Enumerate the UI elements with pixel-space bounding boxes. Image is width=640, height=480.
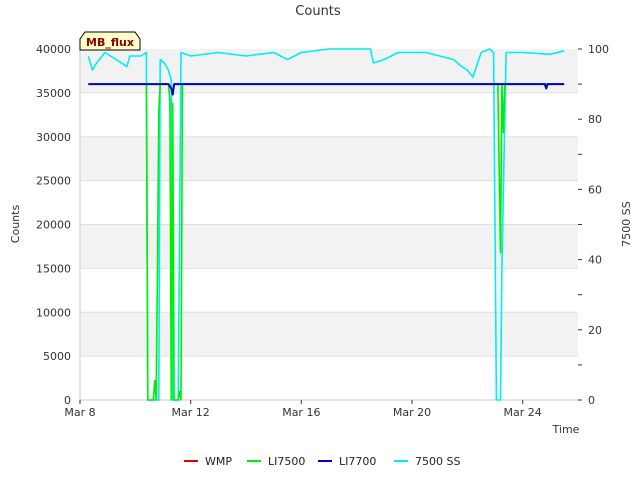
- y-tick-label: 30000: [36, 131, 71, 144]
- x-axis-ticks: Mar 8 Mar 12 Mar 16 Mar 20 Mar 24: [64, 400, 542, 419]
- legend-label: 7500 SS: [415, 455, 460, 468]
- y-tick-label: 5000: [43, 350, 71, 363]
- y2-tick-label: 20: [588, 324, 602, 337]
- x-tick-label: Mar 24: [504, 406, 542, 419]
- grid-band: [80, 49, 578, 93]
- x-tick-label: Mar 16: [282, 406, 320, 419]
- y2-tick-label: 80: [588, 113, 602, 126]
- chart-title: Counts: [295, 4, 341, 19]
- x-tick-label: Mar 12: [172, 406, 210, 419]
- x-tick-label: Mar 8: [64, 406, 95, 419]
- x-tick-label: Mar 20: [393, 406, 431, 419]
- grid-band: [80, 312, 578, 357]
- legend-label: LI7700: [339, 455, 376, 468]
- x-axis-title: Time: [552, 423, 580, 436]
- y-tick-label: 10000: [36, 306, 71, 319]
- y-tick-label: 40000: [36, 43, 71, 56]
- y-tick-label: 35000: [36, 87, 71, 100]
- legend: WMP LI7500 LI7700 7500 SS: [184, 455, 460, 468]
- y2-tick-label: 0: [588, 394, 595, 407]
- y2-tick-label: 60: [588, 183, 602, 196]
- site-badge: MB_flux: [79, 31, 141, 51]
- badge-label: MB_flux: [86, 36, 134, 49]
- y2-axis-ticks: 0 20 40 60 80 100: [578, 43, 609, 407]
- y-tick-label: 15000: [36, 262, 71, 275]
- counts-chart: 0 5000 10000 15000 20000 25000 30000 35000 40000…: [9, 4, 633, 468]
- y-axis-ticks: 0500010000150002000025000300003500040000: [36, 43, 71, 407]
- y2-tick-label: 40: [588, 254, 602, 267]
- y2-axis-title: 7500 SS: [620, 201, 633, 246]
- y-tick-label: 20000: [36, 219, 71, 232]
- y-tick-label: 25000: [36, 175, 71, 188]
- legend-label: WMP: [205, 455, 232, 468]
- y2-tick-label: 100: [588, 43, 609, 56]
- y-axis-title: Counts: [9, 205, 22, 244]
- legend-label: LI7500: [268, 455, 305, 468]
